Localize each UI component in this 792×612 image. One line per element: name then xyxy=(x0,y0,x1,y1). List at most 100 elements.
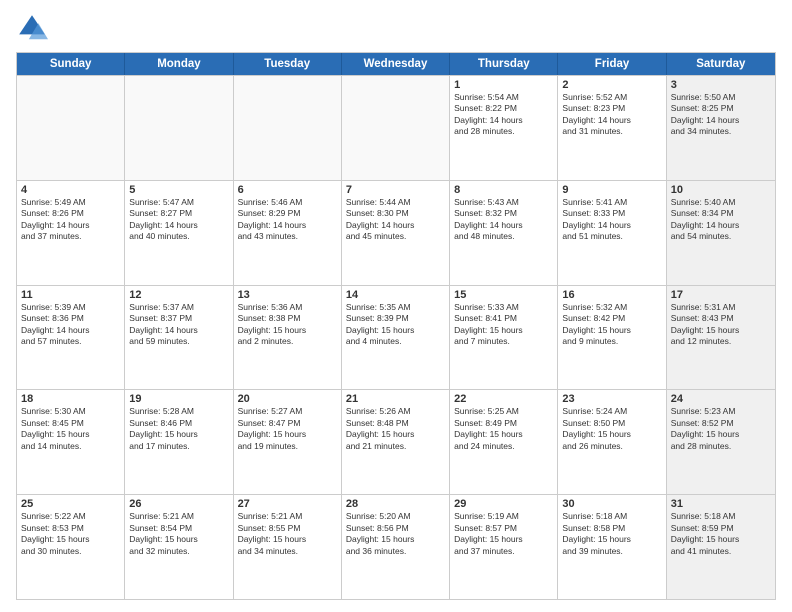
day-info: Sunrise: 5:40 AM Sunset: 8:34 PM Dayligh… xyxy=(671,197,771,243)
day-info: Sunrise: 5:30 AM Sunset: 8:45 PM Dayligh… xyxy=(21,406,120,452)
day-number: 8 xyxy=(454,184,553,196)
calendar-week-row: 18Sunrise: 5:30 AM Sunset: 8:45 PM Dayli… xyxy=(17,389,775,494)
calendar-week-row: 4Sunrise: 5:49 AM Sunset: 8:26 PM Daylig… xyxy=(17,180,775,285)
calendar-cell: 21Sunrise: 5:26 AM Sunset: 8:48 PM Dayli… xyxy=(342,390,450,494)
calendar-cell: 7Sunrise: 5:44 AM Sunset: 8:30 PM Daylig… xyxy=(342,181,450,285)
calendar-header-day: Friday xyxy=(558,53,666,75)
day-number: 10 xyxy=(671,184,771,196)
calendar-cell xyxy=(342,76,450,180)
calendar-cell: 5Sunrise: 5:47 AM Sunset: 8:27 PM Daylig… xyxy=(125,181,233,285)
day-number: 19 xyxy=(129,393,228,405)
day-number: 25 xyxy=(21,498,120,510)
day-number: 30 xyxy=(562,498,661,510)
day-info: Sunrise: 5:26 AM Sunset: 8:48 PM Dayligh… xyxy=(346,406,445,452)
day-number: 24 xyxy=(671,393,771,405)
day-number: 16 xyxy=(562,289,661,301)
logo-icon xyxy=(16,12,48,44)
day-number: 4 xyxy=(21,184,120,196)
calendar-header-day: Tuesday xyxy=(234,53,342,75)
calendar-week-row: 25Sunrise: 5:22 AM Sunset: 8:53 PM Dayli… xyxy=(17,494,775,599)
calendar-cell: 9Sunrise: 5:41 AM Sunset: 8:33 PM Daylig… xyxy=(558,181,666,285)
day-number: 20 xyxy=(238,393,337,405)
calendar-cell: 16Sunrise: 5:32 AM Sunset: 8:42 PM Dayli… xyxy=(558,286,666,390)
day-number: 29 xyxy=(454,498,553,510)
day-info: Sunrise: 5:18 AM Sunset: 8:59 PM Dayligh… xyxy=(671,511,771,557)
day-info: Sunrise: 5:36 AM Sunset: 8:38 PM Dayligh… xyxy=(238,302,337,348)
day-number: 6 xyxy=(238,184,337,196)
calendar-header-day: Wednesday xyxy=(342,53,450,75)
calendar-cell: 22Sunrise: 5:25 AM Sunset: 8:49 PM Dayli… xyxy=(450,390,558,494)
calendar-header-day: Thursday xyxy=(450,53,558,75)
day-number: 14 xyxy=(346,289,445,301)
day-info: Sunrise: 5:41 AM Sunset: 8:33 PM Dayligh… xyxy=(562,197,661,243)
calendar-cell xyxy=(234,76,342,180)
day-info: Sunrise: 5:23 AM Sunset: 8:52 PM Dayligh… xyxy=(671,406,771,452)
day-info: Sunrise: 5:33 AM Sunset: 8:41 PM Dayligh… xyxy=(454,302,553,348)
calendar-cell: 27Sunrise: 5:21 AM Sunset: 8:55 PM Dayli… xyxy=(234,495,342,599)
calendar-cell: 15Sunrise: 5:33 AM Sunset: 8:41 PM Dayli… xyxy=(450,286,558,390)
calendar-cell: 30Sunrise: 5:18 AM Sunset: 8:58 PM Dayli… xyxy=(558,495,666,599)
calendar-cell xyxy=(125,76,233,180)
calendar-cell: 1Sunrise: 5:54 AM Sunset: 8:22 PM Daylig… xyxy=(450,76,558,180)
calendar-cell: 4Sunrise: 5:49 AM Sunset: 8:26 PM Daylig… xyxy=(17,181,125,285)
day-info: Sunrise: 5:43 AM Sunset: 8:32 PM Dayligh… xyxy=(454,197,553,243)
calendar-cell: 25Sunrise: 5:22 AM Sunset: 8:53 PM Dayli… xyxy=(17,495,125,599)
day-info: Sunrise: 5:46 AM Sunset: 8:29 PM Dayligh… xyxy=(238,197,337,243)
day-info: Sunrise: 5:39 AM Sunset: 8:36 PM Dayligh… xyxy=(21,302,120,348)
calendar-cell: 6Sunrise: 5:46 AM Sunset: 8:29 PM Daylig… xyxy=(234,181,342,285)
day-info: Sunrise: 5:54 AM Sunset: 8:22 PM Dayligh… xyxy=(454,92,553,138)
calendar-cell: 18Sunrise: 5:30 AM Sunset: 8:45 PM Dayli… xyxy=(17,390,125,494)
calendar-header-day: Monday xyxy=(125,53,233,75)
calendar-cell xyxy=(17,76,125,180)
calendar-cell: 14Sunrise: 5:35 AM Sunset: 8:39 PM Dayli… xyxy=(342,286,450,390)
day-number: 28 xyxy=(346,498,445,510)
calendar-cell: 31Sunrise: 5:18 AM Sunset: 8:59 PM Dayli… xyxy=(667,495,775,599)
day-info: Sunrise: 5:50 AM Sunset: 8:25 PM Dayligh… xyxy=(671,92,771,138)
calendar-header: SundayMondayTuesdayWednesdayThursdayFrid… xyxy=(17,53,775,75)
day-number: 11 xyxy=(21,289,120,301)
day-info: Sunrise: 5:44 AM Sunset: 8:30 PM Dayligh… xyxy=(346,197,445,243)
calendar-week-row: 1Sunrise: 5:54 AM Sunset: 8:22 PM Daylig… xyxy=(17,75,775,180)
day-number: 3 xyxy=(671,79,771,91)
calendar-cell: 13Sunrise: 5:36 AM Sunset: 8:38 PM Dayli… xyxy=(234,286,342,390)
day-info: Sunrise: 5:28 AM Sunset: 8:46 PM Dayligh… xyxy=(129,406,228,452)
day-number: 26 xyxy=(129,498,228,510)
day-number: 15 xyxy=(454,289,553,301)
day-info: Sunrise: 5:21 AM Sunset: 8:55 PM Dayligh… xyxy=(238,511,337,557)
calendar-cell: 23Sunrise: 5:24 AM Sunset: 8:50 PM Dayli… xyxy=(558,390,666,494)
calendar-header-day: Sunday xyxy=(17,53,125,75)
day-info: Sunrise: 5:19 AM Sunset: 8:57 PM Dayligh… xyxy=(454,511,553,557)
calendar-header-day: Saturday xyxy=(667,53,775,75)
day-number: 23 xyxy=(562,393,661,405)
day-info: Sunrise: 5:35 AM Sunset: 8:39 PM Dayligh… xyxy=(346,302,445,348)
day-info: Sunrise: 5:20 AM Sunset: 8:56 PM Dayligh… xyxy=(346,511,445,557)
day-info: Sunrise: 5:24 AM Sunset: 8:50 PM Dayligh… xyxy=(562,406,661,452)
day-number: 2 xyxy=(562,79,661,91)
page: SundayMondayTuesdayWednesdayThursdayFrid… xyxy=(0,0,792,612)
day-info: Sunrise: 5:31 AM Sunset: 8:43 PM Dayligh… xyxy=(671,302,771,348)
calendar-cell: 3Sunrise: 5:50 AM Sunset: 8:25 PM Daylig… xyxy=(667,76,775,180)
calendar-cell: 12Sunrise: 5:37 AM Sunset: 8:37 PM Dayli… xyxy=(125,286,233,390)
day-info: Sunrise: 5:47 AM Sunset: 8:27 PM Dayligh… xyxy=(129,197,228,243)
day-number: 17 xyxy=(671,289,771,301)
day-info: Sunrise: 5:52 AM Sunset: 8:23 PM Dayligh… xyxy=(562,92,661,138)
day-info: Sunrise: 5:32 AM Sunset: 8:42 PM Dayligh… xyxy=(562,302,661,348)
calendar-cell: 10Sunrise: 5:40 AM Sunset: 8:34 PM Dayli… xyxy=(667,181,775,285)
day-info: Sunrise: 5:18 AM Sunset: 8:58 PM Dayligh… xyxy=(562,511,661,557)
logo xyxy=(16,12,52,44)
day-number: 13 xyxy=(238,289,337,301)
day-info: Sunrise: 5:27 AM Sunset: 8:47 PM Dayligh… xyxy=(238,406,337,452)
day-number: 22 xyxy=(454,393,553,405)
calendar-cell: 17Sunrise: 5:31 AM Sunset: 8:43 PM Dayli… xyxy=(667,286,775,390)
day-info: Sunrise: 5:49 AM Sunset: 8:26 PM Dayligh… xyxy=(21,197,120,243)
calendar-cell: 8Sunrise: 5:43 AM Sunset: 8:32 PM Daylig… xyxy=(450,181,558,285)
day-info: Sunrise: 5:21 AM Sunset: 8:54 PM Dayligh… xyxy=(129,511,228,557)
calendar: SundayMondayTuesdayWednesdayThursdayFrid… xyxy=(16,52,776,600)
day-number: 9 xyxy=(562,184,661,196)
calendar-cell: 26Sunrise: 5:21 AM Sunset: 8:54 PM Dayli… xyxy=(125,495,233,599)
day-info: Sunrise: 5:37 AM Sunset: 8:37 PM Dayligh… xyxy=(129,302,228,348)
calendar-cell: 28Sunrise: 5:20 AM Sunset: 8:56 PM Dayli… xyxy=(342,495,450,599)
calendar-cell: 2Sunrise: 5:52 AM Sunset: 8:23 PM Daylig… xyxy=(558,76,666,180)
day-number: 1 xyxy=(454,79,553,91)
calendar-cell: 20Sunrise: 5:27 AM Sunset: 8:47 PM Dayli… xyxy=(234,390,342,494)
